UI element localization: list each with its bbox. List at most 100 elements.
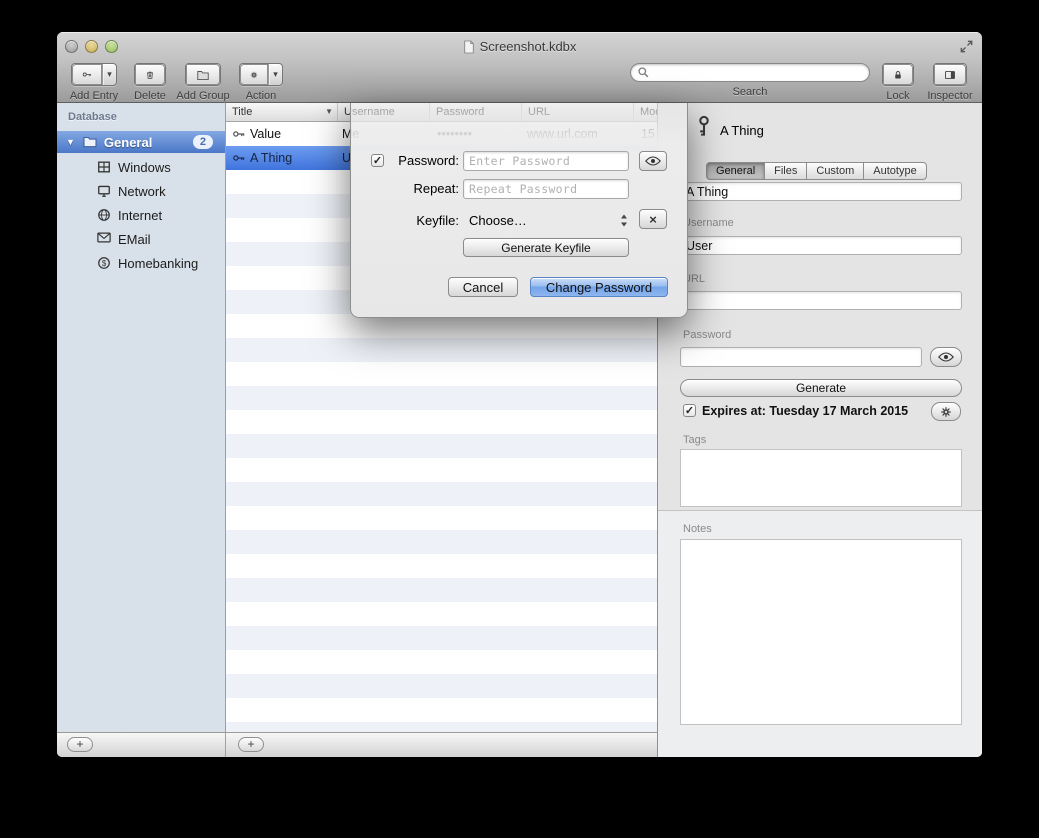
checkmark-icon: ✓	[685, 404, 694, 417]
svg-text:$: $	[102, 258, 107, 267]
add-entry-label: Add Entry	[70, 90, 118, 102]
clear-keyfile-button[interactable]: ×	[639, 209, 667, 229]
list-bottom-bar: +	[226, 732, 658, 757]
add-group-plus-button[interactable]: +	[67, 737, 93, 752]
eye-icon	[938, 352, 954, 362]
add-group-button[interactable]	[185, 63, 221, 86]
eye-icon	[645, 156, 661, 166]
sheet-repeat-label: Repeat:	[381, 179, 459, 199]
lock-icon	[883, 64, 913, 85]
password-field[interactable]	[680, 347, 922, 367]
key-icon	[232, 151, 246, 165]
disclosure-triangle-icon[interactable]: ▼	[66, 137, 75, 147]
entry-key-icon	[692, 114, 716, 138]
password-label: Password	[683, 329, 731, 341]
sidebar-item-windows[interactable]: Windows	[57, 155, 225, 179]
title-field[interactable]	[680, 182, 962, 201]
generate-password-button[interactable]: Generate	[680, 379, 962, 397]
delete-label: Delete	[134, 90, 166, 102]
sidebar-item-label: EMail	[118, 232, 151, 247]
app-window: Screenshot.kdbx ▾ Add Entry Delete	[57, 32, 982, 757]
username-field[interactable]	[680, 236, 962, 255]
group-label: General	[104, 135, 152, 150]
notes-section: Notes	[658, 510, 982, 757]
keyfile-popup[interactable]: Choose…	[469, 211, 527, 231]
cell-title: A Thing	[250, 146, 336, 170]
column-label: Title	[232, 106, 252, 118]
search-field[interactable]	[630, 63, 870, 82]
tab-general[interactable]: General	[706, 162, 765, 180]
lock-label: Lock	[886, 90, 909, 102]
close-icon: ×	[649, 213, 657, 226]
tab-autotype[interactable]: Autotype	[863, 162, 926, 180]
notes-label: Notes	[683, 523, 712, 535]
sidebar-item-homebanking[interactable]: $ Homebanking	[57, 251, 225, 275]
tab-files[interactable]: Files	[764, 162, 807, 180]
tags-label: Tags	[683, 434, 706, 446]
toolbar-inspector: Inspector	[923, 63, 977, 102]
folder-icon	[82, 134, 98, 150]
gear-icon	[240, 64, 268, 85]
sidebar-bottom-bar: +	[57, 732, 226, 757]
sheet-keyfile-label: Keyfile:	[381, 211, 459, 231]
sidebar-item-label: Windows	[118, 160, 171, 175]
username-label: Username	[683, 217, 734, 229]
window-title: Screenshot.kdbx	[480, 39, 577, 54]
action-button[interactable]: ▾	[239, 63, 283, 86]
cancel-button[interactable]: Cancel	[448, 277, 518, 297]
expires-settings-button[interactable]	[931, 402, 961, 421]
tags-textarea[interactable]	[680, 449, 962, 507]
toolbar-add-entry: ▾ Add Entry	[63, 63, 125, 102]
toolbar-lock: Lock	[879, 63, 917, 102]
add-entry-plus-button[interactable]: +	[238, 737, 264, 752]
windows-icon	[97, 160, 112, 175]
add-group-label: Add Group	[176, 90, 229, 102]
sort-indicator-icon: ▼	[325, 103, 333, 121]
sidebar-item-network[interactable]: Network	[57, 179, 225, 203]
key-icon	[72, 64, 102, 85]
homebanking-icon: $	[97, 256, 112, 271]
notes-textarea[interactable]	[680, 539, 962, 725]
change-password-button[interactable]: Change Password	[530, 277, 668, 297]
sidebar-item-label: Homebanking	[118, 256, 198, 271]
sidebar-item-label: Internet	[118, 208, 162, 223]
search-label: Search	[733, 86, 768, 98]
inspector-button[interactable]	[933, 63, 967, 86]
fullscreen-icon[interactable]	[959, 39, 974, 54]
sidebar-group-general[interactable]: ▼ General 2	[57, 131, 225, 153]
toolbar-search: Search	[630, 63, 870, 98]
chevron-down-icon: ▾	[269, 69, 282, 80]
add-entry-button[interactable]: ▾	[71, 63, 117, 86]
sidebar: Database ▼ General 2 Windows Network	[57, 103, 226, 732]
inspector-panel: A Thing General Files Custom Autotype Us…	[658, 103, 982, 757]
lock-button[interactable]	[882, 63, 914, 86]
inspector-tabs: General Files Custom Autotype	[706, 162, 927, 180]
toolbar-add-group: Add Group	[173, 63, 233, 102]
column-header-title[interactable]: ▼ Title	[226, 103, 338, 121]
change-password-sheet: ✓ Password: Repeat: Keyfile: Choose… × G…	[350, 103, 688, 318]
reveal-password-button[interactable]	[930, 347, 962, 367]
tab-custom[interactable]: Custom	[806, 162, 864, 180]
folder-icon	[186, 64, 220, 85]
sheet-repeat-input[interactable]	[463, 179, 629, 199]
sidebar-header: Database	[68, 111, 117, 123]
sheet-reveal-password-button[interactable]	[639, 151, 667, 171]
cell-title: Value	[250, 122, 336, 146]
url-field[interactable]	[680, 291, 962, 310]
trash-icon	[135, 64, 165, 85]
toolbar-delete: Delete	[129, 63, 171, 102]
expires-checkbox[interactable]: ✓	[683, 404, 696, 417]
sidebar-item-email[interactable]: EMail	[57, 227, 225, 251]
sheet-password-input[interactable]	[463, 151, 629, 171]
expires-label: Expires at: Tuesday 17 March 2015	[702, 404, 908, 418]
popup-stepper-icon[interactable]	[620, 214, 628, 227]
sidebar-item-internet[interactable]: Internet	[57, 203, 225, 227]
search-input[interactable]	[653, 64, 869, 81]
generate-keyfile-button[interactable]: Generate Keyfile	[463, 238, 629, 257]
delete-button[interactable]	[134, 63, 166, 86]
document-icon	[463, 40, 475, 54]
envelope-icon	[97, 232, 112, 247]
network-icon	[97, 184, 112, 199]
sheet-password-label: Password:	[381, 151, 459, 171]
toolbar-action: ▾ Action	[235, 63, 287, 102]
